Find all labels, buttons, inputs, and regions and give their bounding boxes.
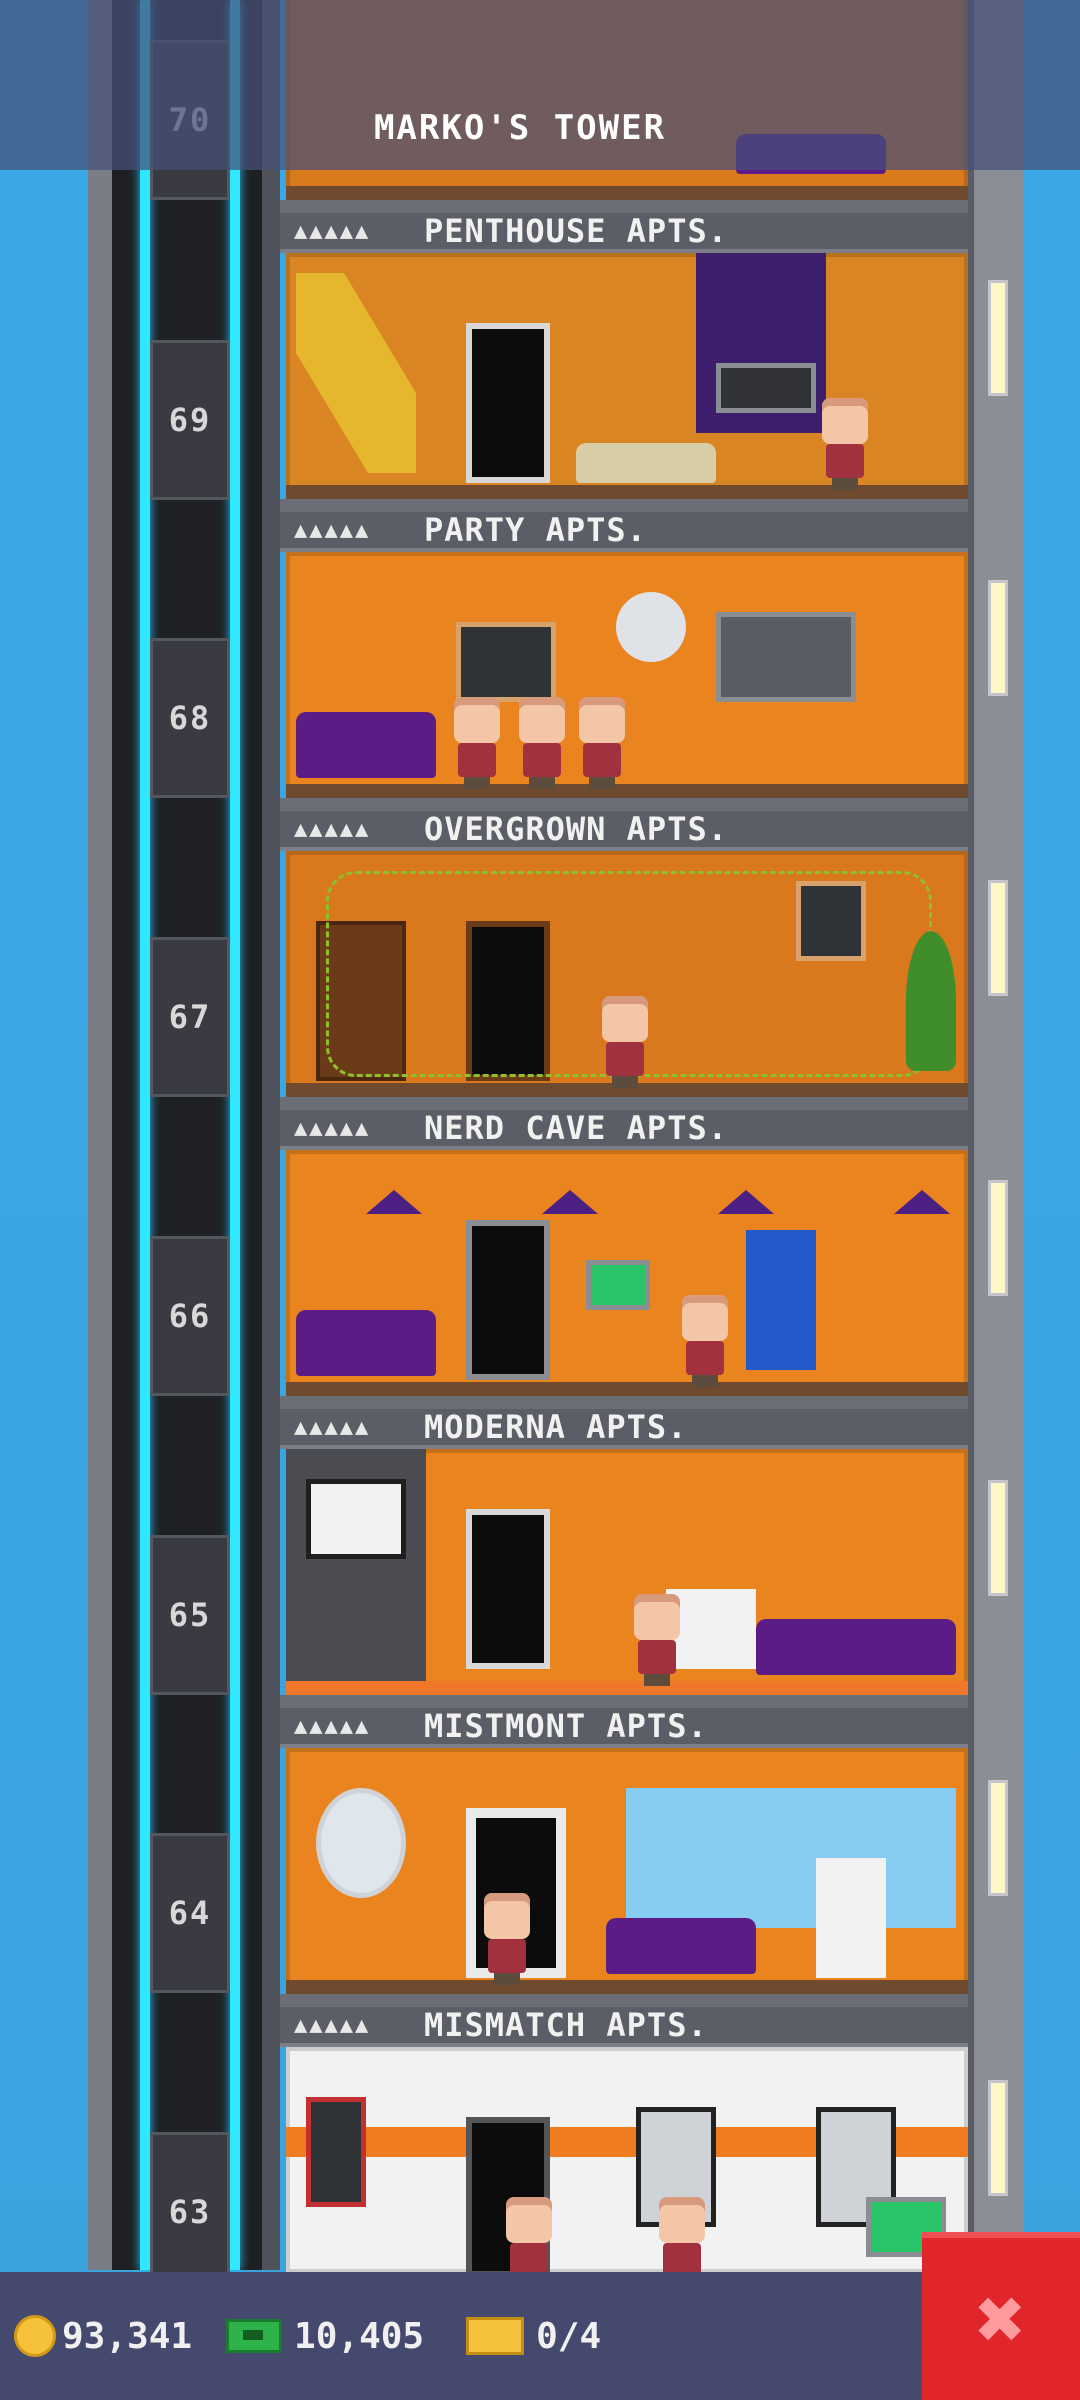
floor-number-65: 65 (150, 1535, 230, 1695)
tv (716, 363, 816, 413)
bitizen[interactable] (598, 996, 652, 1088)
tower-title: MARKO'S TOWER (373, 108, 667, 148)
floor-name: OVERGROWN APTS. (424, 810, 728, 848)
door (466, 323, 550, 483)
room-63 (286, 2047, 968, 2277)
floor-number-69: 69 (150, 340, 230, 500)
wall-light (988, 2080, 1008, 2196)
coin-icon (14, 2315, 56, 2357)
floor-header: ▲▲▲▲▲ PARTY APTS. (280, 511, 968, 552)
sofa (296, 712, 436, 778)
floor-68[interactable]: ▲▲▲▲▲ PARTY APTS. (280, 511, 968, 811)
ticket-icon (466, 2317, 525, 2355)
floor-69[interactable]: ▲▲▲▲▲ PENTHOUSE APTS. (280, 212, 968, 512)
door (466, 1220, 550, 1380)
floor-number-66: 66 (150, 1236, 230, 1396)
floor-header: ▲▲▲▲▲ MODERNA APTS. (280, 1408, 968, 1449)
wall-light (988, 880, 1008, 996)
floor-name: MISMATCH APTS. (424, 2006, 708, 2044)
floor-stars: ▲▲▲▲▲ (294, 1713, 371, 1739)
floor-name: MODERNA APTS. (424, 1408, 688, 1446)
tickets-stat[interactable]: 0/4 (438, 2316, 601, 2357)
ceiling-lamp (894, 1190, 950, 1214)
floor-name: NERD CAVE APTS. (424, 1109, 728, 1147)
bitizen[interactable] (480, 1893, 534, 1985)
picture-frame (306, 2097, 366, 2207)
plant (906, 931, 956, 1071)
wall-light (988, 1180, 1008, 1296)
floor-stars: ▲▲▲▲▲ (294, 1115, 371, 1141)
oval-mirror (316, 1788, 406, 1898)
ceiling-lamp (366, 1190, 422, 1214)
floor-header: ▲▲▲▲▲ PENTHOUSE APTS. (280, 212, 968, 253)
bux-stat[interactable]: 10,405 (206, 2316, 424, 2357)
floor-number-64: 64 (150, 1833, 230, 1993)
floor-64[interactable]: ▲▲▲▲▲ MISTMONT APTS. (280, 1707, 968, 2007)
coins-stat[interactable]: 93,341 (14, 2315, 192, 2357)
floor-stars: ▲▲▲▲▲ (294, 218, 371, 244)
bitizen[interactable] (450, 697, 504, 789)
staircase (296, 273, 416, 473)
elevator-rail-left (140, 0, 150, 2270)
status-bar: 93,341 10,405 0/4 (0, 2272, 922, 2400)
arcade-machine (746, 1230, 816, 1370)
sofa (296, 1310, 436, 1376)
bitizen[interactable] (515, 697, 569, 789)
floor-67[interactable]: ▲▲▲▲▲ OVERGROWN APTS. (280, 810, 968, 1110)
floor-stars: ▲▲▲▲▲ (294, 816, 371, 842)
sofa (606, 1918, 756, 1974)
floor-stars: ▲▲▲▲▲ (294, 1414, 371, 1440)
door (466, 1509, 550, 1669)
floor-number-63: 63 (150, 2132, 230, 2292)
floor-header: ▲▲▲▲▲ MISMATCH APTS. (280, 2006, 968, 2047)
sofa (756, 1619, 956, 1675)
ceiling-lamp (718, 1190, 774, 1214)
floor-name: PENTHOUSE APTS. (424, 212, 728, 250)
fridge (816, 1858, 886, 1978)
room-65 (286, 1449, 968, 1695)
floor-stars: ▲▲▲▲▲ (294, 517, 371, 543)
elevator-shaft-edge (262, 0, 280, 2270)
bux-value: 10,405 (294, 2315, 425, 2357)
coins-value: 93,341 (62, 2315, 193, 2357)
elevator-rail-right (230, 0, 240, 2270)
bitizen[interactable] (575, 697, 629, 789)
room-64 (286, 1748, 968, 1994)
floor-number-67: 67 (150, 937, 230, 1097)
bitizen[interactable] (630, 1594, 684, 1686)
wall-light (988, 1780, 1008, 1896)
floor-65[interactable]: ▲▲▲▲▲ MODERNA APTS. (280, 1408, 968, 1708)
bitizen[interactable] (818, 398, 872, 490)
tickets-value: 0/4 (536, 2315, 602, 2357)
floor-stars: ▲▲▲▲▲ (294, 2012, 371, 2038)
bitizen[interactable] (678, 1295, 732, 1387)
floor-header: ▲▲▲▲▲ OVERGROWN APTS. (280, 810, 968, 851)
sofa (576, 443, 716, 483)
wall-light (988, 1480, 1008, 1596)
bux-icon (226, 2319, 283, 2353)
floor-number-68: 68 (150, 638, 230, 798)
floor-name: MISTMONT APTS. (424, 1707, 708, 1745)
floor-name: PARTY APTS. (424, 511, 647, 549)
wall-light (988, 280, 1008, 396)
ceiling-lamp (542, 1190, 598, 1214)
disco-ball (616, 592, 686, 662)
tv (716, 612, 856, 702)
room-66 (286, 1150, 968, 1396)
close-icon: ✖ (975, 2270, 1027, 2368)
computer (586, 1260, 650, 1310)
picture-frame (796, 881, 866, 961)
floor-header: ▲▲▲▲▲ NERD CAVE APTS. (280, 1109, 968, 1150)
wall-light (988, 580, 1008, 696)
floor-header: ▲▲▲▲▲ MISTMONT APTS. (280, 1707, 968, 1748)
tower-title-bar: MARKO'S TOWER (0, 0, 1080, 170)
picture-frame (456, 622, 556, 702)
art-frame (306, 1479, 406, 1559)
floor-63[interactable]: ▲▲▲▲▲ MISMATCH APTS. (280, 2006, 968, 2306)
floor-66[interactable]: ▲▲▲▲▲ NERD CAVE APTS. (280, 1109, 968, 1409)
close-button[interactable]: ✖ (922, 2232, 1080, 2400)
window (626, 1788, 956, 1928)
